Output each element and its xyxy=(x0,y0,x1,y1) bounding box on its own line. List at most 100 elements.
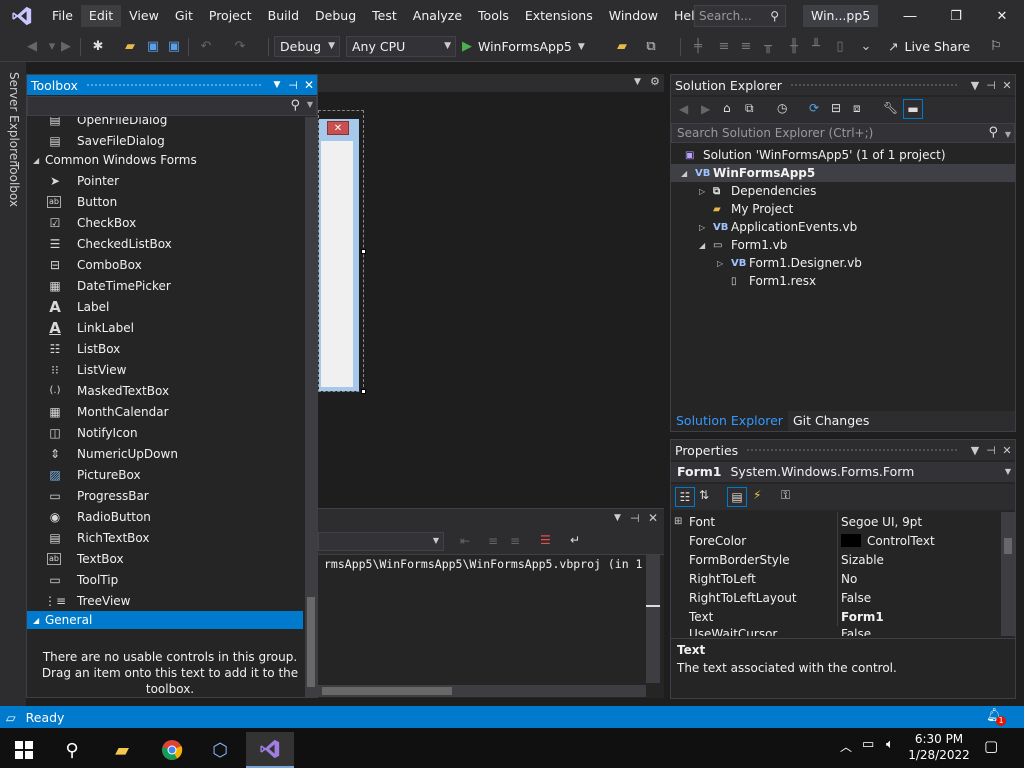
toolbox-item-listbox[interactable]: ☷ ListBox xyxy=(27,338,303,359)
pin-icon[interactable]: ⊣ xyxy=(285,79,301,92)
back-icon[interactable]: ◀ xyxy=(679,102,688,116)
menu-tools[interactable]: Tools xyxy=(470,5,517,27)
output-source-select[interactable]: ▼ xyxy=(318,532,444,551)
live-share-button[interactable]: ↗ Live Share xyxy=(888,36,970,57)
toolbox-item-button[interactable]: ab Button xyxy=(27,191,303,212)
properties-header[interactable]: Properties ▼ ⊣ ✕ xyxy=(671,440,1015,460)
next-message-icon[interactable]: ≡ xyxy=(510,534,520,548)
pin-icon[interactable]: ⊣ xyxy=(983,79,999,92)
toolbox-item-label[interactable]: A Label xyxy=(27,296,303,317)
solution-explorer-header[interactable]: Solution Explorer ▼ ⊣ ✕ xyxy=(671,75,1015,95)
toolbox-item-monthcalendar[interactable]: ▦ MonthCalendar xyxy=(27,401,303,422)
collapse-all-icon[interactable]: ⊟ xyxy=(831,101,841,115)
new-project-icon[interactable]: ✱ xyxy=(90,38,106,54)
align-tops-icon[interactable]: ╥ xyxy=(760,38,776,54)
gear-icon[interactable]: ⚙ xyxy=(650,75,660,88)
property-value[interactable]: No xyxy=(841,572,857,586)
start-debugging-button[interactable]: ▶ WinFormsApp5 ▼ xyxy=(462,36,585,57)
menu-extensions[interactable]: Extensions xyxy=(517,5,601,27)
visual-studio-logo-icon[interactable] xyxy=(0,0,44,32)
menu-view[interactable]: View xyxy=(121,5,167,27)
toolbox-scrollbar[interactable] xyxy=(305,117,317,697)
window-position-icon[interactable]: ▼ xyxy=(269,80,285,90)
tree-node-form1-resx[interactable]: ▯ Form1.resx xyxy=(731,272,816,290)
property-row-usewaitcursor[interactable]: UseWaitCursor False xyxy=(671,626,1001,636)
menu-debug[interactable]: Debug xyxy=(307,5,364,27)
solution-search-input[interactable]: Search Solution Explorer (Ctrl+;) ⚲ ▼ xyxy=(671,123,1015,143)
form1-window[interactable]: ✕ xyxy=(319,119,359,391)
menu-project[interactable]: Project xyxy=(201,5,260,27)
alphabetical-icon[interactable]: ⇅ xyxy=(699,488,709,502)
toolbox-item-datetimepicker[interactable]: ▦ DateTimePicker xyxy=(27,275,303,296)
configuration-select[interactable]: Debug ▼ xyxy=(274,36,340,57)
align-lefts-icon[interactable]: ╪ xyxy=(690,38,706,54)
forward-icon[interactable]: ▶ xyxy=(701,102,710,116)
toolbox-item-radiobutton[interactable]: ◉ RadioButton xyxy=(27,506,303,527)
make-same-size-icon[interactable]: ▯ xyxy=(832,38,848,54)
property-value[interactable]: ControlText xyxy=(867,534,935,548)
volume-icon[interactable]: 🔈︎ xyxy=(886,737,894,752)
output-header[interactable]: ▼ ⊣ ✕ xyxy=(318,509,664,529)
menu-build[interactable]: Build xyxy=(260,5,307,27)
close-icon[interactable]: ✕ xyxy=(999,79,1015,92)
action-center-icon[interactable]: ▢ xyxy=(984,737,998,755)
properties-object-select[interactable]: Form1 System.Windows.Forms.Form ▼ xyxy=(671,462,1015,482)
previous-message-icon[interactable]: ≡ xyxy=(488,534,498,548)
expand-icon[interactable]: ⊞ xyxy=(674,516,682,527)
menu-git[interactable]: Git xyxy=(167,5,201,27)
scrollbar-thumb[interactable] xyxy=(322,687,452,695)
toolbox-item-treeview[interactable]: ⋮≡ TreeView xyxy=(27,590,303,611)
back-icon[interactable]: ◀ xyxy=(24,38,40,54)
chrome-icon[interactable] xyxy=(148,732,196,768)
properties-view-icon[interactable]: ▤ xyxy=(727,487,747,507)
toolbox-item-notifyicon[interactable]: ◫ NotifyIcon xyxy=(27,422,303,443)
tree-node-project[interactable]: ◢ VB WinFormsApp5 xyxy=(671,164,1015,182)
tab-server-explorer[interactable]: Server Explorer xyxy=(7,72,21,165)
tab-list-icon[interactable]: ▼ xyxy=(634,77,641,87)
toolbox-item-maskedtextbox[interactable]: (.) MaskedTextBox xyxy=(27,380,303,401)
toolbox-item-checkedlistbox[interactable]: ☰ CheckedListBox xyxy=(27,233,303,254)
menu-edit[interactable]: Edit xyxy=(80,5,122,27)
toolbox-header[interactable]: Toolbox ▼ ⊣ ✕ xyxy=(27,75,317,95)
virtualbox-icon[interactable]: ⬡ xyxy=(196,732,244,768)
windows-start-icon[interactable] xyxy=(0,732,48,768)
file-explorer-icon[interactable]: ▰ xyxy=(98,732,146,768)
pin-icon[interactable]: ⊣ xyxy=(983,444,999,457)
chevron-up-icon[interactable]: ︿ xyxy=(840,738,852,755)
chevron-down-icon[interactable]: ▼ xyxy=(1005,126,1011,144)
property-value[interactable]: Sizable xyxy=(841,553,884,567)
undo-icon[interactable]: ↶ xyxy=(198,38,214,54)
wrench-icon[interactable]: 🔧︎ xyxy=(883,101,898,115)
property-pages-icon[interactable]: ⚿ xyxy=(781,488,790,503)
switch-views-icon[interactable]: ⧉ xyxy=(745,101,754,116)
toolbox-item-textbox[interactable]: ab TextBox xyxy=(27,548,303,569)
property-value[interactable]: Segoe UI, 9pt xyxy=(841,515,922,529)
redo-icon[interactable]: ↷ xyxy=(232,38,248,54)
property-row-forecolor[interactable]: ForeColor ControlText xyxy=(671,531,1001,550)
form1-client-area[interactable] xyxy=(321,141,353,387)
browser-icon[interactable]: ⧉ xyxy=(643,38,659,54)
menu-analyze[interactable]: Analyze xyxy=(405,5,470,27)
tree-node-form1-designer[interactable]: ▷ VB Form1.Designer.vb xyxy=(717,254,862,272)
maximize-button[interactable]: ❐ xyxy=(933,0,979,32)
search-icon[interactable]: ⚲ xyxy=(48,732,96,768)
tree-node-application-events[interactable]: ▷ VB ApplicationEvents.vb xyxy=(699,218,857,236)
close-button[interactable]: ✕ xyxy=(979,0,1024,32)
property-row-righttoleftlayout[interactable]: RightToLeftLayout False xyxy=(671,588,1001,607)
platform-select[interactable]: Any CPU ▼ xyxy=(346,36,456,57)
menu-test[interactable]: Test xyxy=(364,5,405,27)
property-row-font[interactable]: ⊞ Font Segoe UI, 9pt xyxy=(671,512,1001,531)
property-value[interactable]: False xyxy=(841,627,871,636)
property-value[interactable]: Form1 xyxy=(841,610,884,624)
close-icon[interactable]: ✕ xyxy=(999,444,1015,457)
tree-node-dependencies[interactable]: ▷ ⧉ Dependencies xyxy=(699,182,816,200)
chevron-down-icon[interactable]: ▼ xyxy=(307,100,313,109)
tree-node-solution[interactable]: ▣ Solution 'WinFormsApp5' (1 of 1 projec… xyxy=(685,146,946,164)
toolbox-item-numericupdown[interactable]: ⇕ NumericUpDown xyxy=(27,443,303,464)
categorized-icon[interactable]: ☷ xyxy=(675,487,695,507)
preview-selected-icon[interactable]: ▬ xyxy=(903,99,923,119)
window-position-icon[interactable]: ▼ xyxy=(967,444,983,457)
toolbox-item-picturebox[interactable]: ▨ PictureBox xyxy=(27,464,303,485)
toolbox-item-openfiledialog[interactable]: ▤ OpenFileDialog xyxy=(27,117,303,130)
toolbar-overflow-icon[interactable]: ⌄ xyxy=(858,38,874,54)
